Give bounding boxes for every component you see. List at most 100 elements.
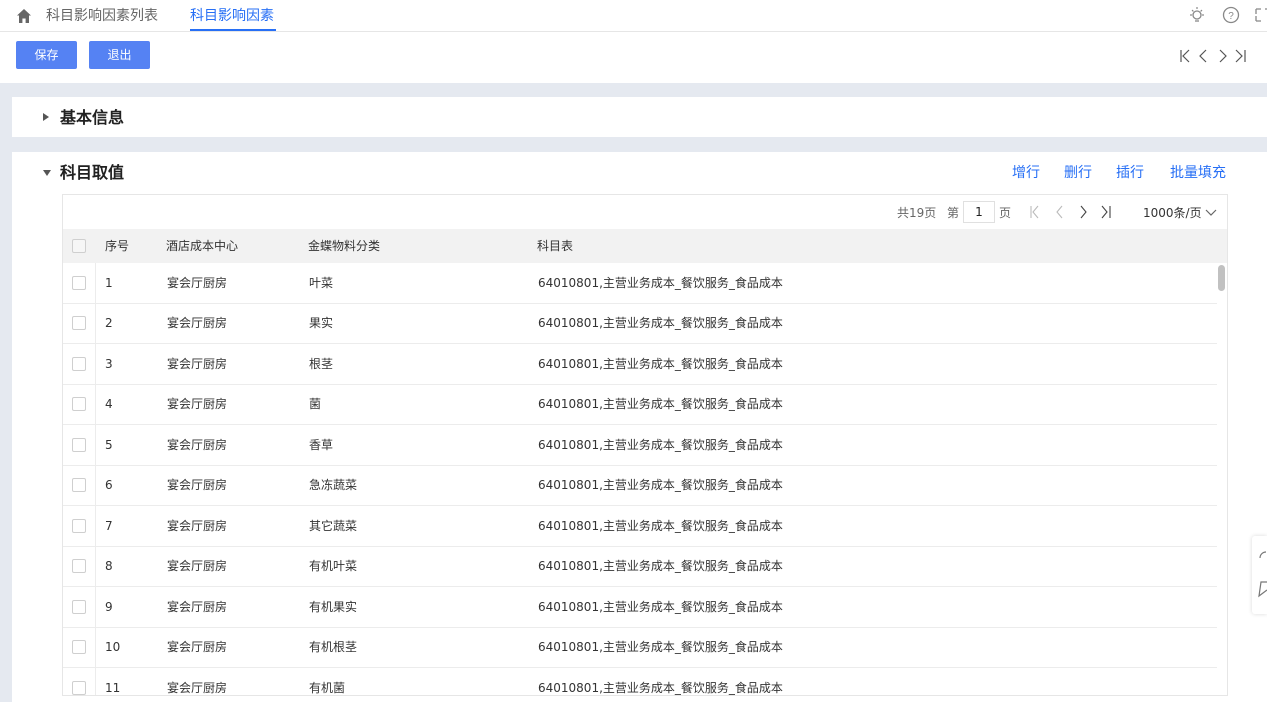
table-row[interactable]: 5 宴会厅厨房 香草 64010801,主营业务成本_餐饮服务_食品成本 xyxy=(63,425,1217,466)
cell-no: 3 xyxy=(105,357,113,371)
row-checkbox[interactable] xyxy=(72,438,86,452)
cell-cost-center[interactable]: 宴会厅厨房 xyxy=(167,316,227,330)
cell-cost-center[interactable]: 宴会厅厨房 xyxy=(167,438,227,452)
cell-cost-center[interactable]: 宴会厅厨房 xyxy=(167,276,227,290)
chevron-down-icon[interactable] xyxy=(1205,209,1217,217)
cell-material-category[interactable]: 有机果实 xyxy=(309,600,357,614)
cell-account[interactable]: 64010801,主营业务成本_餐饮服务_食品成本 xyxy=(538,397,783,411)
cell-material-category[interactable]: 香草 xyxy=(309,438,333,452)
tab-subject-factor-list[interactable]: 科目影响因素列表 xyxy=(46,6,158,26)
select-all-checkbox[interactable] xyxy=(72,239,86,253)
last-record-icon[interactable] xyxy=(1235,49,1246,63)
table-header: 序号 酒店成本中心 金蝶物料分类 科目表 xyxy=(63,229,1227,263)
pager-navigation xyxy=(1030,205,1111,219)
cell-account[interactable]: 64010801,主营业务成本_餐饮服务_食品成本 xyxy=(538,316,783,330)
row-checkbox[interactable] xyxy=(72,316,86,330)
cell-material-category[interactable]: 其它蔬菜 xyxy=(309,519,357,533)
table-row[interactable]: 4 宴会厅厨房 菌 64010801,主营业务成本_餐饮服务_食品成本 xyxy=(63,384,1217,425)
table-row[interactable]: 10 宴会厅厨房 有机根茎 64010801,主营业务成本_餐饮服务_食品成本 xyxy=(63,627,1217,668)
cell-account[interactable]: 64010801,主营业务成本_餐饮服务_食品成本 xyxy=(538,681,783,695)
row-checkbox[interactable] xyxy=(72,519,86,533)
cell-account[interactable]: 64010801,主营业务成本_餐饮服务_食品成本 xyxy=(538,519,783,533)
batch-fill-button[interactable]: 批量填充 xyxy=(1170,163,1226,183)
column-header-material-category[interactable]: 金蝶物料分类 xyxy=(308,239,380,253)
cell-material-category[interactable]: 有机菌 xyxy=(309,681,345,695)
next-page-icon[interactable] xyxy=(1080,205,1087,219)
cell-cost-center[interactable]: 宴会厅厨房 xyxy=(167,600,227,614)
cell-no: 5 xyxy=(105,438,113,452)
table-row[interactable]: 1 宴会厅厨房 叶菜 64010801,主营业务成本_餐饮服务_食品成本 xyxy=(63,263,1217,304)
insert-row-button[interactable]: 插行 xyxy=(1116,163,1144,183)
prev-record-icon[interactable] xyxy=(1199,49,1207,63)
cell-material-category[interactable]: 果实 xyxy=(309,316,333,330)
cell-cost-center[interactable]: 宴会厅厨房 xyxy=(167,640,227,654)
help-icon[interactable]: ? xyxy=(1222,6,1240,24)
active-tab-indicator xyxy=(190,29,276,31)
lightbulb-icon[interactable] xyxy=(1188,6,1206,24)
toolbar: 保存 退出 xyxy=(0,32,1267,83)
cell-account[interactable]: 64010801,主营业务成本_餐饮服务_食品成本 xyxy=(538,478,783,492)
column-header-cost-center[interactable]: 酒店成本中心 xyxy=(166,239,238,253)
cell-material-category[interactable]: 根茎 xyxy=(309,357,333,371)
cell-material-category[interactable]: 急冻蔬菜 xyxy=(309,478,357,492)
tab-subject-factor[interactable]: 科目影响因素 xyxy=(190,6,274,26)
row-checkbox[interactable] xyxy=(72,397,86,411)
prev-page-icon[interactable] xyxy=(1056,205,1063,219)
support-icon[interactable] xyxy=(1258,550,1267,564)
table-row[interactable]: 9 宴会厅厨房 有机果实 64010801,主营业务成本_餐饮服务_食品成本 xyxy=(63,587,1217,628)
row-checkbox[interactable] xyxy=(72,640,86,654)
row-checkbox[interactable] xyxy=(72,559,86,573)
table-row[interactable]: 11 宴会厅厨房 有机菌 64010801,主营业务成本_餐饮服务_食品成本 xyxy=(63,668,1217,695)
cell-no: 7 xyxy=(105,519,113,533)
cell-cost-center[interactable]: 宴会厅厨房 xyxy=(167,397,227,411)
row-checkbox[interactable] xyxy=(72,478,86,492)
section-title-subject-values[interactable]: 科目取值 xyxy=(60,162,124,184)
cell-cost-center[interactable]: 宴会厅厨房 xyxy=(167,357,227,371)
cell-cost-center[interactable]: 宴会厅厨房 xyxy=(167,559,227,573)
fullscreen-icon[interactable] xyxy=(1254,6,1267,24)
row-checkbox[interactable] xyxy=(72,681,86,695)
table-row[interactable]: 7 宴会厅厨房 其它蔬菜 64010801,主营业务成本_餐饮服务_食品成本 xyxy=(63,506,1217,547)
save-button[interactable]: 保存 xyxy=(16,41,77,69)
table-row[interactable]: 2 宴会厅厨房 果实 64010801,主营业务成本_餐饮服务_食品成本 xyxy=(63,303,1217,344)
cell-account[interactable]: 64010801,主营业务成本_餐饮服务_食品成本 xyxy=(538,438,783,452)
cell-cost-center[interactable]: 宴会厅厨房 xyxy=(167,519,227,533)
section-title-basic-info[interactable]: 基本信息 xyxy=(60,107,124,129)
cell-cost-center[interactable]: 宴会厅厨房 xyxy=(167,478,227,492)
vertical-scrollbar[interactable] xyxy=(1216,263,1227,695)
home-icon[interactable] xyxy=(16,8,32,24)
first-record-icon[interactable] xyxy=(1180,49,1190,63)
column-header-no[interactable]: 序号 xyxy=(105,239,129,253)
cell-material-category[interactable]: 叶菜 xyxy=(309,276,333,290)
cell-account[interactable]: 64010801,主营业务成本_餐饮服务_食品成本 xyxy=(538,357,783,371)
row-checkbox[interactable] xyxy=(72,600,86,614)
feedback-icon[interactable] xyxy=(1258,580,1267,598)
table-row[interactable]: 8 宴会厅厨房 有机叶菜 64010801,主营业务成本_餐饮服务_食品成本 xyxy=(63,546,1217,587)
cell-material-category[interactable]: 有机叶菜 xyxy=(309,559,357,573)
scrollbar-thumb[interactable] xyxy=(1218,265,1225,291)
cell-material-category[interactable]: 菌 xyxy=(309,397,321,411)
page-number-input[interactable]: 1 xyxy=(963,201,995,223)
table-row[interactable]: 6 宴会厅厨房 急冻蔬菜 64010801,主营业务成本_餐饮服务_食品成本 xyxy=(63,465,1217,506)
next-record-icon[interactable] xyxy=(1219,49,1227,63)
first-page-icon[interactable] xyxy=(1030,205,1039,219)
cell-cost-center[interactable]: 宴会厅厨房 xyxy=(167,681,227,695)
last-page-icon[interactable] xyxy=(1101,205,1111,219)
expand-triangle-icon[interactable] xyxy=(42,112,50,122)
column-header-account[interactable]: 科目表 xyxy=(537,239,573,253)
row-checkbox[interactable] xyxy=(72,357,86,371)
cell-account[interactable]: 64010801,主营业务成本_餐饮服务_食品成本 xyxy=(538,600,783,614)
floating-side-panel[interactable] xyxy=(1252,536,1267,614)
cell-account[interactable]: 64010801,主营业务成本_餐饮服务_食品成本 xyxy=(538,640,783,654)
exit-button[interactable]: 退出 xyxy=(89,41,150,69)
cell-no: 1 xyxy=(105,276,113,290)
table-row[interactable]: 3 宴会厅厨房 根茎 64010801,主营业务成本_餐饮服务_食品成本 xyxy=(63,344,1217,385)
cell-account[interactable]: 64010801,主营业务成本_餐饮服务_食品成本 xyxy=(538,276,783,290)
collapse-triangle-icon[interactable] xyxy=(42,169,52,177)
add-row-button[interactable]: 增行 xyxy=(1012,163,1040,183)
row-checkbox[interactable] xyxy=(72,276,86,290)
page-size-select[interactable]: 1000条/页 xyxy=(1143,205,1202,221)
cell-material-category[interactable]: 有机根茎 xyxy=(309,640,357,654)
cell-account[interactable]: 64010801,主营业务成本_餐饮服务_食品成本 xyxy=(538,559,783,573)
delete-row-button[interactable]: 删行 xyxy=(1064,163,1092,183)
